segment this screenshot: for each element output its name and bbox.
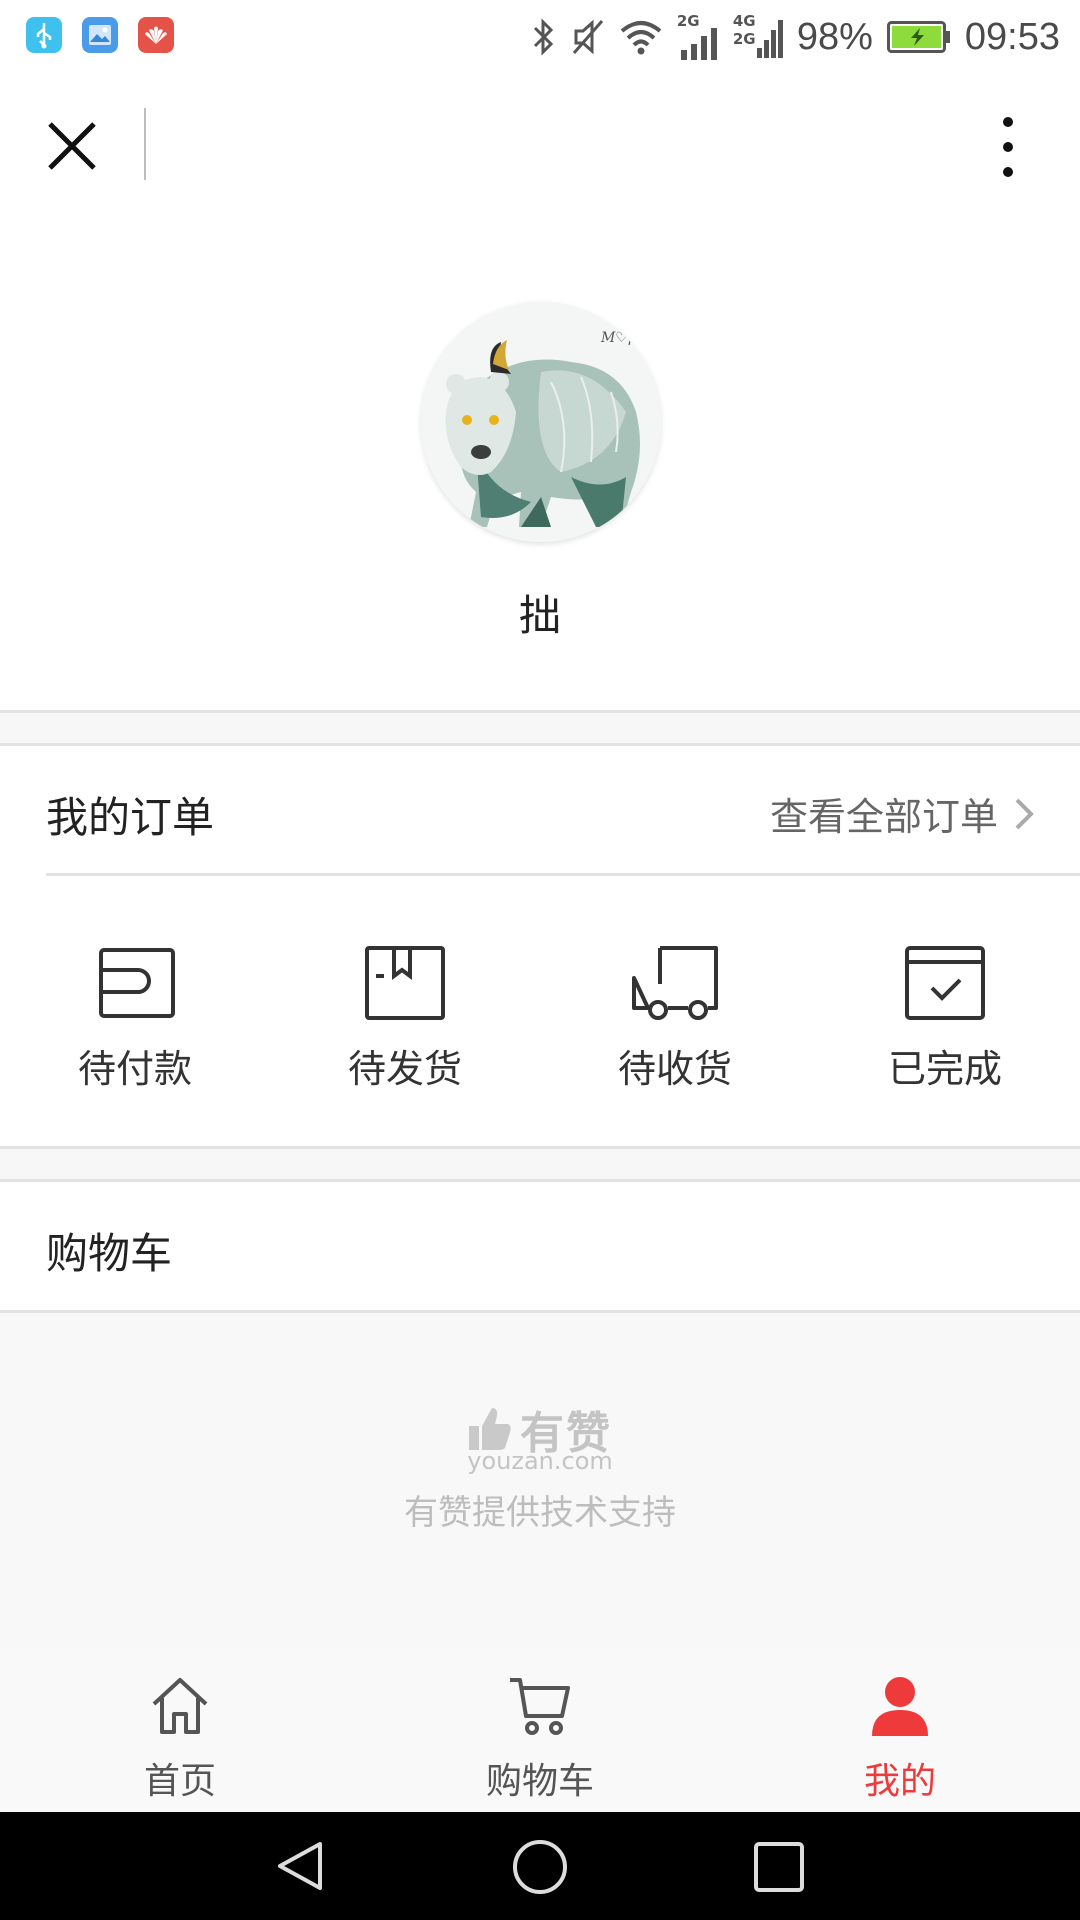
more-button[interactable] <box>990 114 1026 180</box>
home-circle-icon[interactable] <box>511 1838 569 1896</box>
package-icon <box>365 946 445 1020</box>
chevron-right-icon <box>1015 798 1034 829</box>
gallery-icon <box>82 17 118 53</box>
order-pending-shipment-label: 待发货 <box>347 1047 462 1091</box>
thumbs-up-icon <box>469 1408 511 1450</box>
notification-icons <box>26 17 174 53</box>
huawei-icon <box>138 17 174 53</box>
order-pending-payment-label: 待付款 <box>77 1047 192 1091</box>
wifi-icon <box>620 21 662 55</box>
view-all-orders-label: 查看全部订单 <box>769 795 998 839</box>
tab-bar: 首页 购物车 我的 <box>0 1648 1080 1812</box>
top-bar-divider <box>144 108 146 180</box>
usb-icon <box>26 17 62 53</box>
system-indicators: 2G 4G 2G 98% 09:53 <box>531 12 1060 62</box>
status-bar: 2G 4G 2G 98% 09:53 <box>0 0 1080 74</box>
system-nav-bar <box>0 1812 1080 1920</box>
orders-divider <box>46 873 1080 876</box>
svg-text:M♡p: M♡p <box>600 330 637 346</box>
user-icon <box>872 1677 928 1736</box>
mute-icon <box>572 19 603 55</box>
wallet-icon <box>99 948 175 1018</box>
avatar[interactable]: M♡p <box>421 302 661 542</box>
tab-cart-label: 购物车 <box>485 1761 594 1802</box>
section-divider <box>0 1146 1080 1182</box>
order-completed[interactable]: 已完成 <box>855 944 1035 1091</box>
signal-4g-icon: 4G 2G <box>733 14 783 60</box>
tech-support-text: 有赞提供技术支持 <box>404 1493 676 1533</box>
battery-percent: 98% <box>796 15 873 58</box>
order-pending-receipt[interactable]: 待收货 <box>585 944 765 1091</box>
youzan-domain: youzan.com <box>467 1447 613 1475</box>
battery-charging-icon <box>886 21 950 53</box>
clock: 09:53 <box>964 15 1060 58</box>
username: 拙 <box>518 591 561 640</box>
order-pending-shipment[interactable]: 待发货 <box>315 944 495 1091</box>
tab-mine[interactable]: 我的 <box>800 1648 1000 1812</box>
section-divider <box>0 710 1080 746</box>
bear-avatar: M♡p <box>421 302 661 542</box>
tab-home-label: 首页 <box>143 1761 216 1802</box>
cart-row[interactable]: 购物车 <box>0 1182 1080 1310</box>
close-button[interactable] <box>40 114 104 178</box>
orders-title: 我的订单 <box>46 793 215 842</box>
back-icon[interactable] <box>272 1838 328 1894</box>
cart-icon <box>510 1678 570 1735</box>
tab-cart[interactable]: 购物车 <box>440 1648 640 1812</box>
bluetooth-icon <box>533 18 553 56</box>
view-all-orders-link[interactable]: 查看全部订单 <box>770 786 1034 841</box>
signal-2g-icon: 2G <box>677 14 719 60</box>
home-icon <box>152 1678 208 1734</box>
footer-area: 有赞 youzan.com 有赞提供技术支持 <box>0 1310 1080 1648</box>
tab-mine-label: 我的 <box>863 1761 936 1802</box>
orders-header: 我的订单 查看全部订单 <box>0 746 1080 874</box>
recents-icon[interactable] <box>752 1840 806 1894</box>
truck-icon <box>632 946 718 1020</box>
top-bar <box>0 74 1080 214</box>
close-icon <box>48 122 96 170</box>
more-vertical-icon <box>1003 117 1013 177</box>
cart-title: 购物车 <box>46 1229 173 1278</box>
tab-home[interactable]: 首页 <box>80 1648 280 1812</box>
check-box-icon <box>905 946 985 1020</box>
order-pending-payment[interactable]: 待付款 <box>45 944 225 1091</box>
order-pending-receipt-label: 待收货 <box>617 1047 732 1091</box>
order-completed-label: 已完成 <box>887 1047 1002 1091</box>
